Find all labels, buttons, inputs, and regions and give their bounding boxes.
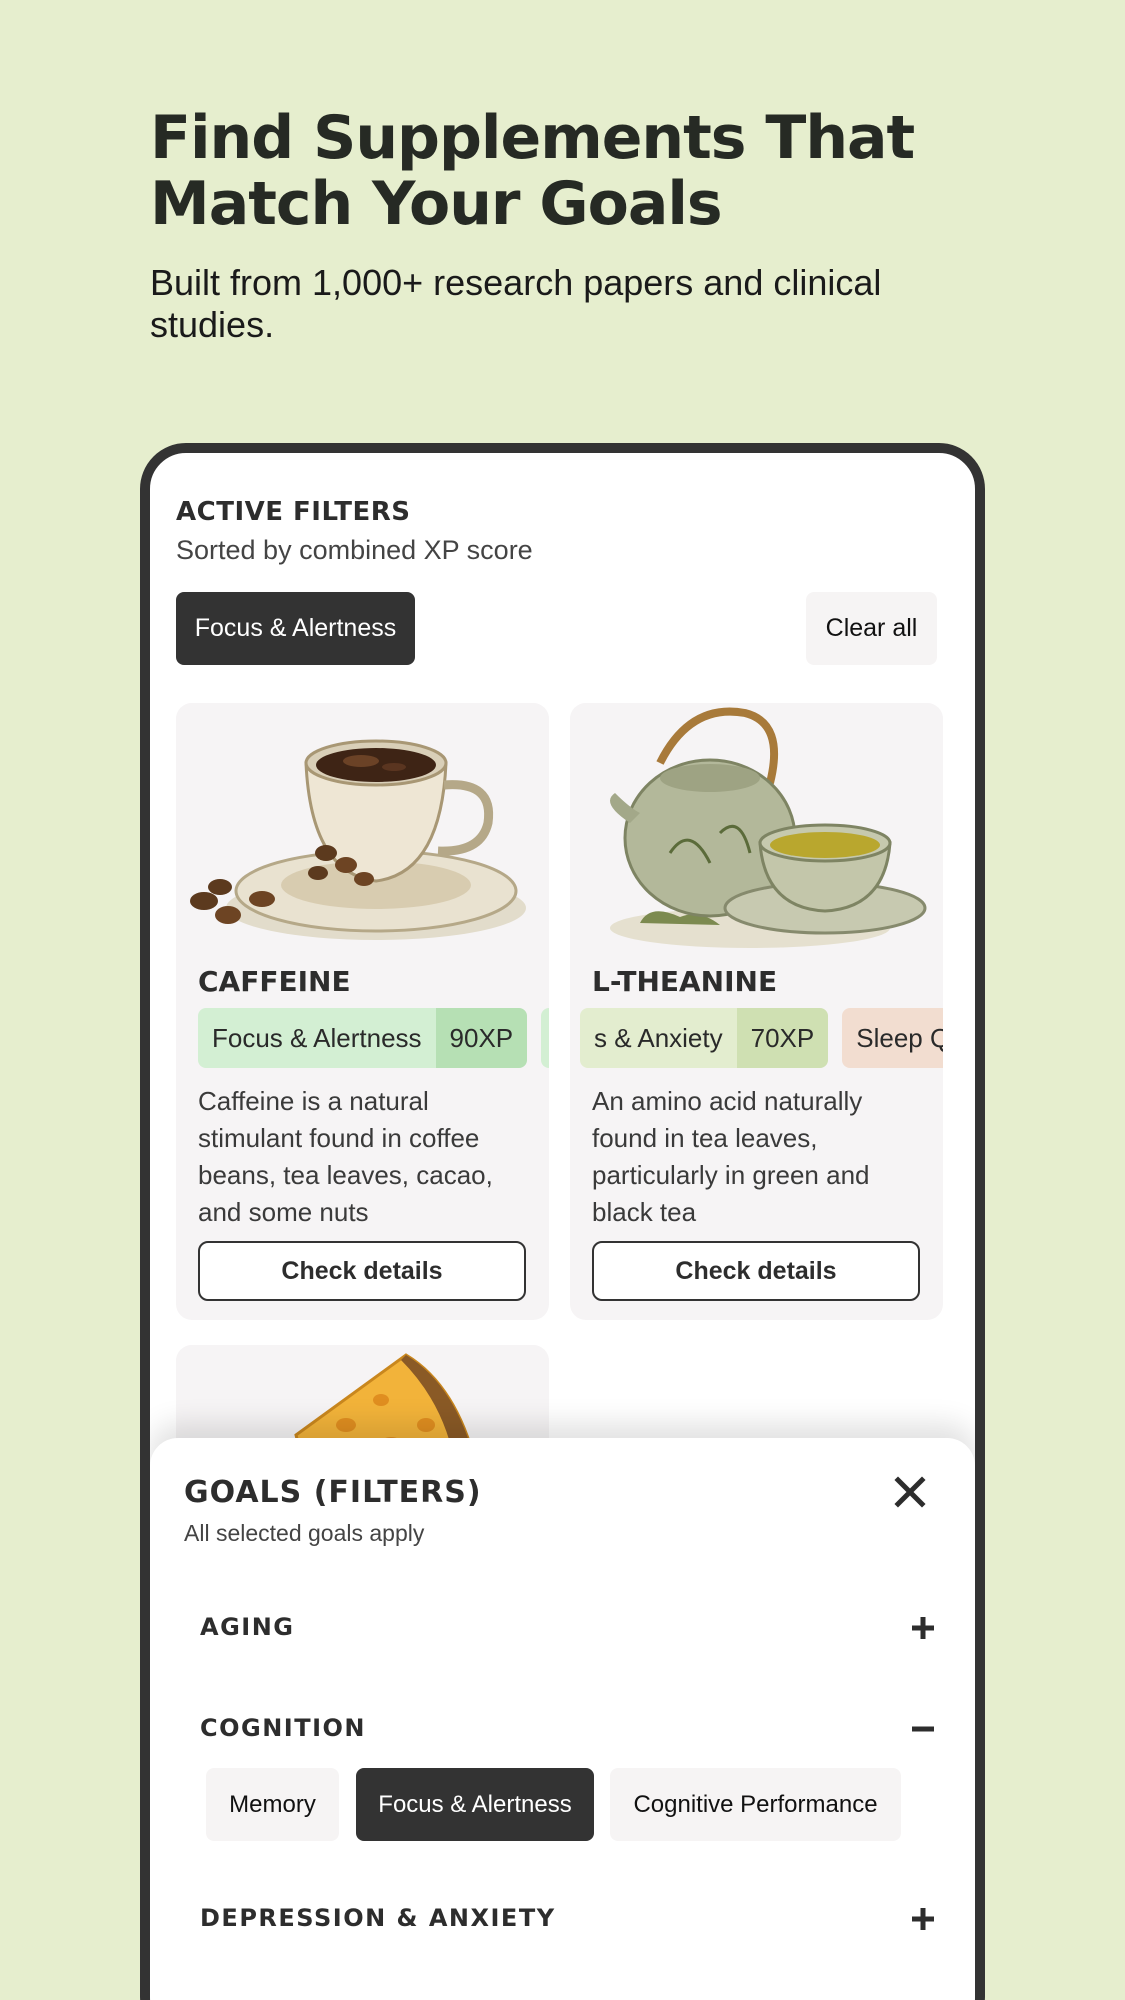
clear-all-button[interactable]: Clear all xyxy=(806,592,937,665)
hero-title: Find Supplements That Match Your Goals xyxy=(150,103,915,239)
coffee-cup-image xyxy=(176,703,549,958)
green-tea-image xyxy=(570,703,943,958)
tag-name: Focus & Alertness xyxy=(198,1008,436,1068)
tag-name: s & Anxiety xyxy=(580,1008,737,1068)
tag-xp: 70XP xyxy=(736,1008,829,1068)
goal-tag-overflow xyxy=(541,1008,549,1068)
goal-tag: Sleep Qu xyxy=(842,1008,943,1068)
card-title: L-THEANINE xyxy=(592,965,778,998)
sort-description: Sorted by combined XP score xyxy=(176,535,533,565)
goal-group-aging[interactable]: AGING xyxy=(200,1603,940,1653)
goal-tag: s & Anxiety 70XP xyxy=(580,1008,829,1068)
goal-group-depression-anxiety[interactable]: DEPRESSION & ANXIETY xyxy=(200,1894,940,1944)
goal-option-focus-alertness[interactable]: Focus & Alertness xyxy=(356,1768,594,1841)
supplement-card-l-theanine[interactable]: L-THEANINE s & Anxiety 70XP Sleep Qu An … xyxy=(570,703,943,1320)
sheet-subtitle: All selected goals apply xyxy=(184,1520,425,1546)
active-filter-chip[interactable]: Focus & Alertness xyxy=(176,592,415,665)
card-description: Caffeine is a natural stimulant found in… xyxy=(198,1086,493,1227)
supplement-card-caffeine[interactable]: CAFFEINE Focus & Alertness 90XP Caffeine… xyxy=(176,703,549,1320)
sheet-title: GOALS (FILTERS) xyxy=(184,1475,482,1510)
goal-group-label: AGING xyxy=(200,1613,295,1641)
goal-group-label: COGNITION xyxy=(200,1714,367,1742)
goal-group-cognition[interactable]: COGNITION xyxy=(200,1704,940,1754)
card-title: CAFFEINE xyxy=(198,965,351,998)
check-details-button[interactable]: Check details xyxy=(198,1241,526,1301)
tag-row: Focus & Alertness 90XP xyxy=(198,1008,549,1068)
tag-name: Sleep Qu xyxy=(842,1008,943,1068)
goal-option-memory[interactable]: Memory xyxy=(206,1768,339,1841)
goal-group-label: DEPRESSION & ANXIETY xyxy=(200,1904,556,1932)
hero-subtitle: Built from 1,000+ research papers and cl… xyxy=(150,262,882,345)
card-description: An amino acid naturally found in tea lea… xyxy=(592,1086,870,1227)
close-icon[interactable] xyxy=(890,1472,930,1512)
tag-row: s & Anxiety 70XP Sleep Qu xyxy=(580,1008,943,1068)
phone-frame: ACTIVE FILTERS Sorted by combined XP sco… xyxy=(140,443,985,2000)
check-details-button[interactable]: Check details xyxy=(592,1241,920,1301)
goals-filter-sheet: GOALS (FILTERS) All selected goals apply… xyxy=(150,1438,975,2000)
goal-option-cognitive-performance[interactable]: Cognitive Performance xyxy=(610,1768,901,1841)
tag-xp: 90XP xyxy=(435,1008,528,1068)
plus-icon[interactable] xyxy=(906,1611,940,1645)
plus-icon[interactable] xyxy=(906,1902,940,1936)
goal-tag: Focus & Alertness 90XP xyxy=(198,1008,528,1068)
minus-icon[interactable] xyxy=(906,1712,940,1746)
active-filters-heading: ACTIVE FILTERS xyxy=(176,497,411,527)
